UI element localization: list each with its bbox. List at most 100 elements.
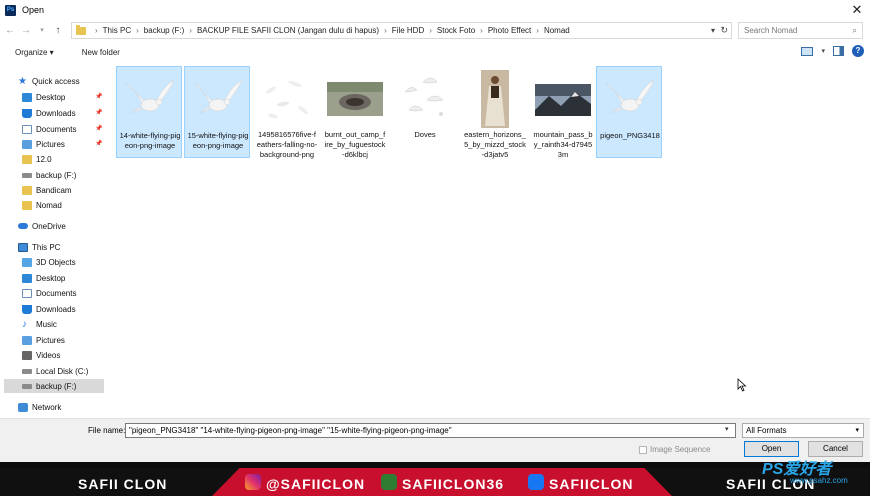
breadcrumb-separator: › bbox=[480, 26, 483, 35]
breadcrumb-item[interactable]: BACKUP FILE SAFII CLON (Jangan dulu di h… bbox=[197, 26, 379, 35]
chevron-down-icon: ▾ bbox=[855, 427, 859, 434]
organize-button[interactable]: Organize ▾ bbox=[15, 48, 54, 57]
breadcrumb-separator: › bbox=[95, 26, 98, 35]
nav-item[interactable]: Videos bbox=[4, 348, 60, 362]
facebook-icon bbox=[528, 474, 544, 490]
breadcrumb-item[interactable]: Nomad bbox=[544, 26, 570, 35]
star-icon: ★ bbox=[18, 75, 27, 87]
file-tile[interactable]: mountain_pass_by_rainth34-d79453m bbox=[530, 66, 596, 159]
file-list: 14-white-flying-pigeon-png-image 15-white… bbox=[110, 62, 870, 414]
breadcrumb-separator: › bbox=[536, 26, 539, 35]
breadcrumb: › This PC › backup (F:) › BACKUP FILE SA… bbox=[90, 26, 570, 35]
3d-objects-icon bbox=[22, 257, 32, 267]
nav-item[interactable]: ♪ Music bbox=[4, 317, 57, 331]
file-tile[interactable]: 14-white-flying-pigeon-png-image bbox=[116, 66, 182, 158]
toolbar: Organize ▾ New folder ▾ ? bbox=[0, 42, 870, 62]
documents-icon bbox=[22, 288, 32, 298]
nav-item[interactable]: Nomad bbox=[4, 198, 62, 212]
up-arrow-icon[interactable]: ↑ bbox=[52, 24, 64, 38]
nav-item-label: Bandicam bbox=[36, 185, 72, 195]
nav-item[interactable]: Local Disk (C:) bbox=[4, 364, 88, 378]
forward-arrow-icon[interactable]: → bbox=[20, 24, 32, 38]
nav-item-label: OneDrive bbox=[32, 221, 66, 231]
nav-item[interactable]: Bandicam bbox=[4, 183, 72, 197]
desktop-icon bbox=[22, 92, 32, 102]
file-name: Doves bbox=[414, 130, 436, 139]
file-name-input[interactable]: "pigeon_PNG3418" "14-white-flying-pigeon… bbox=[125, 423, 736, 438]
file-tile[interactable]: 1495816576five-feathers-falling-no-backg… bbox=[254, 66, 320, 159]
view-controls: ▾ ? bbox=[801, 45, 864, 57]
file-name-dropdown-icon[interactable]: ▾ bbox=[725, 425, 729, 433]
format-select[interactable]: All Formats ▾ bbox=[742, 423, 864, 438]
nav-item[interactable]: Downloads bbox=[4, 302, 76, 316]
nav-item[interactable]: 3D Objects bbox=[4, 255, 76, 269]
nav-item[interactable]: Documents bbox=[4, 122, 76, 136]
desktop-icon bbox=[22, 273, 32, 283]
file-tile[interactable]: Doves bbox=[392, 66, 458, 158]
navigation-pane: ★ Quick access Desktop 📌 Downloads 📌 Documents… bbox=[4, 70, 104, 415]
pin-icon: 📌 bbox=[95, 126, 103, 132]
nav-item-label: Quick access bbox=[32, 76, 80, 86]
photoshop-icon: Ps bbox=[5, 4, 16, 16]
file-thumbnail bbox=[602, 71, 658, 129]
nav-item[interactable]: Downloads bbox=[4, 106, 76, 120]
new-folder-button[interactable]: New folder bbox=[82, 48, 120, 57]
file-thumbnail bbox=[535, 70, 591, 128]
nav-item[interactable]: Pictures bbox=[4, 137, 65, 151]
help-icon[interactable]: ? bbox=[852, 45, 864, 57]
nav-item-label: Local Disk (C:) bbox=[36, 366, 89, 376]
preview-pane-icon[interactable] bbox=[833, 46, 844, 56]
file-name: burnt_out_camp_fire_by_fuguestock-d6klbc… bbox=[324, 130, 386, 159]
nav-item[interactable]: Documents bbox=[4, 286, 76, 300]
view-dropdown-icon[interactable]: ▾ bbox=[821, 47, 825, 55]
back-arrow-icon[interactable]: ← bbox=[4, 24, 16, 38]
computer-icon bbox=[18, 242, 28, 252]
search-input[interactable]: Search Nomad ⌕ bbox=[738, 22, 863, 39]
nav-item[interactable]: OneDrive bbox=[4, 219, 66, 233]
file-name-label: File name: bbox=[88, 426, 126, 435]
pin-icon: 📌 bbox=[95, 110, 103, 116]
change-view-icon[interactable] bbox=[801, 46, 814, 56]
file-tile[interactable]: pigeon_PNG3418 bbox=[596, 66, 662, 158]
breadcrumb-item[interactable]: This PC bbox=[103, 26, 131, 35]
nav-item[interactable]: backup (F:) bbox=[4, 379, 104, 393]
banner-download-text: SAFIICLON36 bbox=[402, 476, 505, 492]
nav-item-label: Videos bbox=[36, 350, 61, 360]
nav-item[interactable]: This PC bbox=[4, 240, 60, 254]
recent-dropdown-icon[interactable]: ▾ bbox=[36, 24, 48, 38]
nav-item-label: Desktop bbox=[36, 92, 66, 102]
file-tile[interactable]: eastern_horizons_5_by_mizzd_stock-d3jatv… bbox=[462, 66, 528, 159]
nav-item[interactable]: ★ Quick access bbox=[4, 74, 80, 88]
file-tile[interactable]: 15-white-flying-pigeon-png-image bbox=[184, 66, 250, 158]
breadcrumb-item[interactable]: backup (F:) bbox=[144, 26, 184, 35]
image-sequence-checkbox[interactable] bbox=[639, 445, 647, 454]
nav-item[interactable]: 12.0 bbox=[4, 152, 52, 166]
refresh-icon[interactable]: ↻ bbox=[720, 25, 728, 36]
drive-icon bbox=[22, 368, 32, 374]
nav-item[interactable]: backup (F:) bbox=[4, 168, 76, 182]
nav-item[interactable]: Desktop bbox=[4, 271, 65, 285]
file-thumbnail bbox=[259, 70, 315, 128]
file-tile[interactable]: burnt_out_camp_fire_by_fuguestock-d6klbc… bbox=[322, 66, 388, 159]
nav-item-label: Desktop bbox=[36, 273, 66, 283]
nav-item-label: Documents bbox=[36, 124, 77, 134]
drive-icon bbox=[22, 172, 32, 178]
nav-item-label: 12.0 bbox=[36, 154, 52, 164]
file-thumbnail bbox=[327, 70, 383, 128]
close-icon[interactable]: ✕ bbox=[850, 3, 864, 17]
drive-icon bbox=[22, 383, 32, 389]
music-icon: ♪ bbox=[22, 318, 27, 330]
breadcrumb-item[interactable]: File HDD bbox=[392, 26, 424, 35]
nav-item-label: backup (F:) bbox=[36, 381, 77, 391]
nav-item[interactable]: Desktop bbox=[4, 90, 65, 104]
address-bar[interactable]: › This PC › backup (F:) › BACKUP FILE SA… bbox=[71, 22, 732, 39]
nav-item-label: Network bbox=[32, 402, 62, 412]
breadcrumb-item[interactable]: Stock Foto bbox=[437, 26, 475, 35]
address-dropdown-icon[interactable]: ▾ bbox=[711, 26, 715, 35]
pictures-icon bbox=[22, 139, 32, 149]
nav-item-label: This PC bbox=[32, 242, 61, 252]
nav-item[interactable]: Network bbox=[4, 400, 61, 414]
nav-item[interactable]: Pictures bbox=[4, 333, 65, 347]
breadcrumb-item[interactable]: Photo Effect bbox=[488, 26, 531, 35]
file-name: eastern_horizons_5_by_mizzd_stock-d3jatv… bbox=[464, 130, 526, 159]
